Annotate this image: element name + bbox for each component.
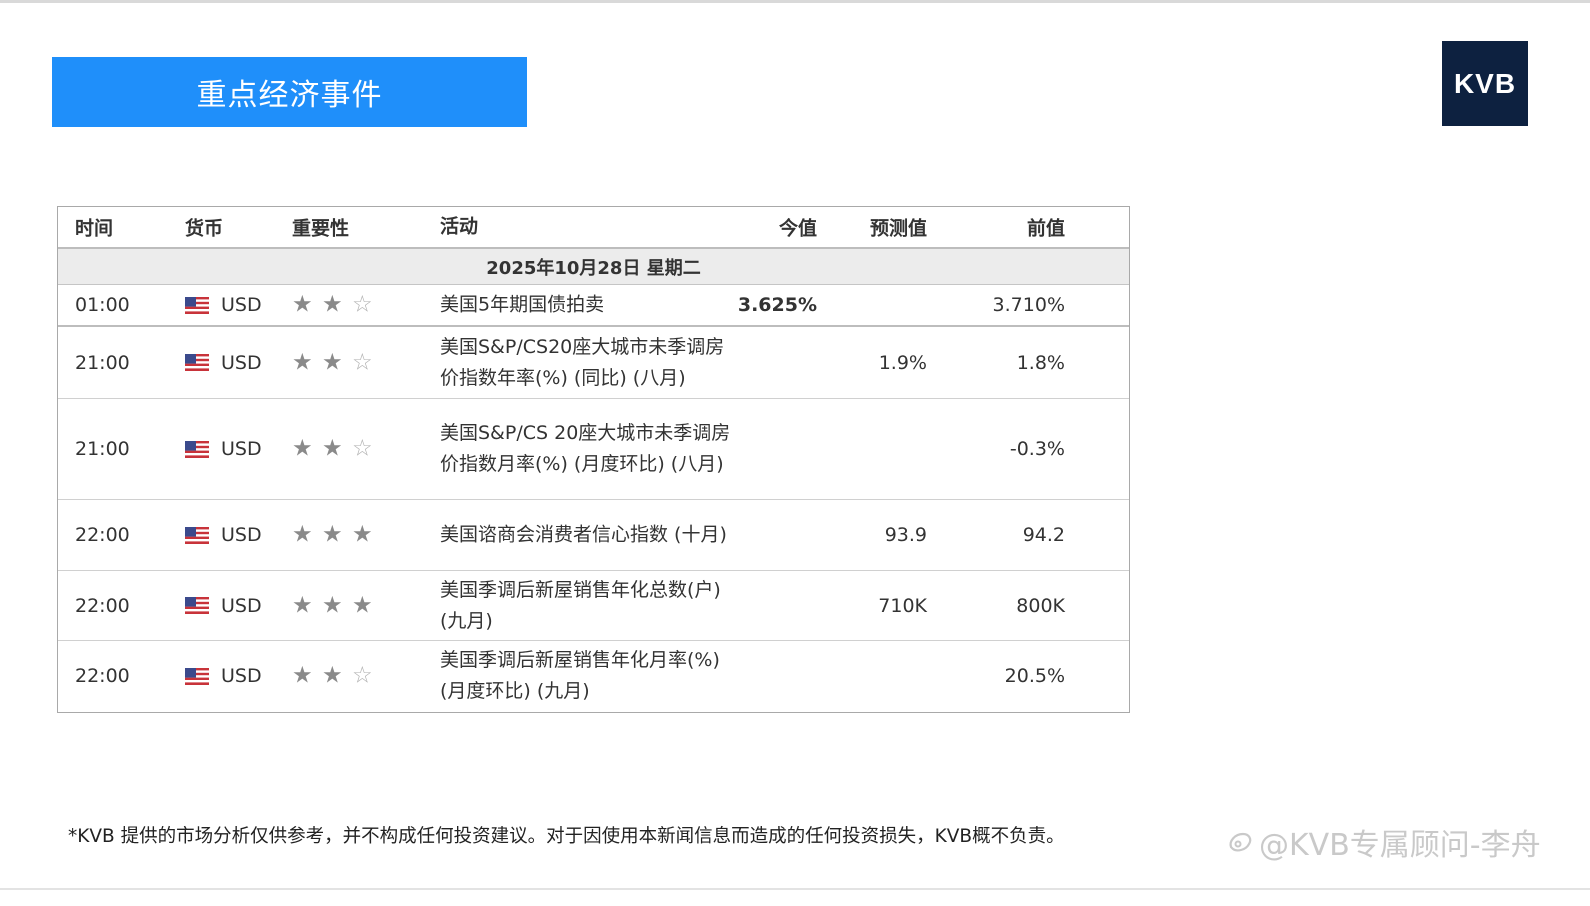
row-currency-code: USD [221, 438, 262, 460]
header-time: 时间 [75, 217, 114, 240]
star-filled-icon: ★ [292, 662, 313, 689]
table-row: 22:00 USD ★ ★ ★ 美国季调后新屋销售年化总数(户) (九月) 710K 800K [58, 571, 1129, 641]
row-currency-code: USD [221, 351, 262, 374]
row-time: 21:00 [75, 438, 130, 460]
star-filled-icon: ★ [352, 521, 373, 548]
us-flag-icon [185, 296, 209, 314]
row-currency: USD [185, 665, 262, 687]
row-currency-code: USD [221, 665, 262, 687]
row-previous: 94.2 [1022, 524, 1065, 546]
header-importance: 重要性 [292, 217, 350, 240]
star-filled-icon: ★ [292, 291, 313, 318]
row-event: 美国5年期国债拍卖 [440, 293, 605, 316]
star-filled-icon: ★ [322, 662, 343, 689]
us-flag-icon [185, 354, 209, 371]
header-forecast: 预测值 [869, 217, 927, 240]
weibo-logo-icon [1229, 832, 1252, 852]
top-divider [0, 0, 1590, 3]
header-currency: 货币 [185, 217, 224, 240]
event-rows: 01:00 USD ★ ★ ☆ 美国5年期国债拍卖 3.625% 3.710% 21:00 USD… [58, 285, 1129, 711]
row-currency-code: USD [221, 294, 262, 316]
star-filled-icon: ★ [292, 349, 313, 375]
row-time: 22:00 [75, 524, 130, 546]
star-filled-icon: ★ [322, 435, 343, 462]
row-time: 01:00 [75, 294, 130, 316]
row-previous: 20.5% [1004, 665, 1065, 687]
row-event: 美国S&P/CS20座大城市未季调房价指数年率(%) (同比) (八月) [440, 335, 725, 389]
star-filled-icon: ★ [292, 592, 313, 618]
importance-stars: ★ ★ ☆ [292, 435, 382, 462]
watermark: @KVB专属顾问-李舟 [1225, 820, 1541, 864]
row-currency-code: USD [221, 594, 262, 617]
row-currency-code: USD [221, 524, 262, 546]
row-currency: USD [185, 524, 262, 546]
disclaimer-text: *KVB 提供的市场分析仅供参考，并不构成任何投资建议。对于因使用本新闻信息而造… [68, 826, 1065, 847]
row-event: 美国S&P/CS 20座大城市未季调房价指数月率(%) (月度环比) (八月) [440, 422, 731, 475]
star-filled-icon: ★ [292, 435, 313, 462]
economic-calendar-table: 时间 货币 重要性 活动 今值 预测值 前值 2025年10月28日 星期二 0… [57, 206, 1130, 713]
us-flag-icon [185, 440, 209, 458]
row-forecast: 93.9 [884, 524, 927, 546]
row-currency: USD [185, 352, 262, 374]
star-filled-icon: ★ [322, 349, 343, 375]
importance-stars: ★ ★ ☆ [292, 351, 382, 374]
header-previous: 前值 [1026, 217, 1065, 240]
header-actual: 今值 [778, 217, 817, 240]
watermark-text: @KVB专属顾问-李舟 [1259, 828, 1541, 863]
row-time: 21:00 [75, 351, 130, 374]
importance-stars: ★ ★ ★ [292, 521, 382, 548]
importance-stars: ★ ★ ☆ [292, 662, 382, 689]
star-empty-icon: ☆ [352, 291, 373, 318]
kvb-logo: KVB [1442, 41, 1528, 126]
star-empty-icon: ☆ [352, 435, 373, 462]
us-flag-icon [185, 667, 209, 685]
row-forecast: 1.9% [878, 351, 927, 374]
row-event: 美国季调后新屋销售年化月率(%) (月度环比) (九月) [440, 649, 720, 702]
page-title: 重点经济事件 [52, 57, 527, 127]
table-row: 22:00 USD ★ ★ ★ 美国谘商会消费者信心指数 (十月) 93.9 94.2 [58, 500, 1129, 571]
star-filled-icon: ★ [322, 521, 343, 548]
importance-stars: ★ ★ ☆ [292, 291, 382, 318]
star-empty-icon: ☆ [352, 662, 373, 689]
table-row: 21:00 USD ★ ★ ☆ 美国S&P/CS20座大城市未季调房价指数年率(%) (同… [58, 327, 1129, 399]
row-event: 美国季调后新屋销售年化总数(户) (九月) [440, 578, 721, 632]
table-row: 22:00 USD ★ ★ ☆ 美国季调后新屋销售年化月率(%) (月度环比) (九月) 2… [58, 641, 1129, 711]
star-filled-icon: ★ [322, 291, 343, 318]
us-flag-icon [185, 526, 209, 544]
table-header-row: 时间 货币 重要性 活动 今值 预测值 前值 [58, 207, 1129, 249]
row-actual: 3.625% [737, 294, 817, 316]
star-filled-icon: ★ [292, 521, 313, 548]
row-event: 美国谘商会消费者信心指数 (十月) [440, 523, 727, 546]
star-filled-icon: ★ [322, 592, 343, 618]
row-currency: USD [185, 438, 262, 460]
row-currency: USD [185, 595, 262, 617]
us-flag-icon [185, 597, 209, 614]
row-previous: 800K [1016, 594, 1065, 617]
row-currency: USD [185, 294, 262, 316]
row-previous: -0.3% [1009, 438, 1065, 460]
row-time: 22:00 [75, 665, 130, 687]
date-row: 2025年10月28日 星期二 [58, 249, 1129, 285]
row-previous: 3.710% [992, 294, 1065, 316]
row-time: 22:00 [75, 594, 130, 617]
row-previous: 1.8% [1016, 351, 1065, 374]
table-row: 01:00 USD ★ ★ ☆ 美国5年期国债拍卖 3.625% 3.710% [58, 285, 1129, 327]
bottom-divider [0, 888, 1590, 890]
star-filled-icon: ★ [352, 592, 373, 618]
header-event: 活动 [440, 215, 479, 238]
importance-stars: ★ ★ ★ [292, 594, 382, 617]
table-row: 21:00 USD ★ ★ ☆ 美国S&P/CS 20座大城市未季调房价指数月率(%) (… [58, 399, 1129, 500]
row-forecast: 710K [878, 594, 927, 617]
star-empty-icon: ☆ [352, 349, 373, 375]
